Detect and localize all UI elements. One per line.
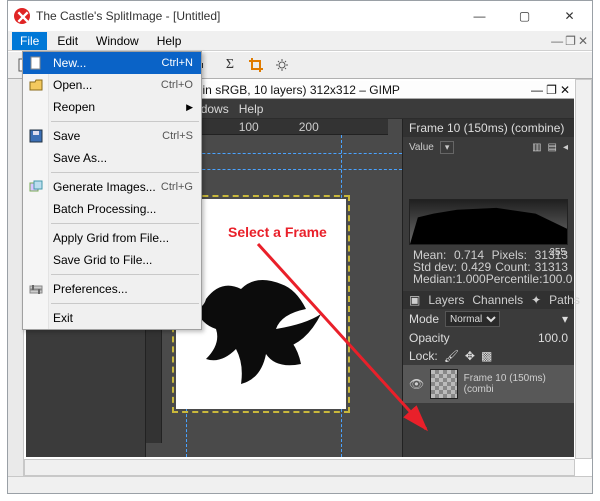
file-menu-dropdown: New... Ctrl+N Open... Ctrl+O Reopen ▶ Save C…	[22, 51, 202, 330]
frame-label: Frame 10 (150ms) (combine)	[409, 121, 564, 135]
opacity-value: 100.0	[538, 331, 568, 345]
menu-save-grid[interactable]: Save Grid to File...	[23, 249, 201, 271]
layers-tabs: ▣ Layers Channels ✦ Paths	[403, 291, 574, 309]
menubar: File Edit Window Help — ❐ ✕	[8, 31, 592, 51]
tool-gear-icon[interactable]	[270, 54, 294, 76]
panel-icon[interactable]: ▤	[548, 142, 557, 153]
dropdown-icon[interactable]: ▾	[440, 141, 455, 154]
tab-layers[interactable]: Layers	[428, 293, 464, 307]
ruler-tick: 200	[299, 120, 319, 134]
menu-label: Exit	[53, 311, 73, 325]
lock-paint-icon[interactable]: 🖌	[444, 349, 459, 363]
panel-icon[interactable]: ▥	[532, 142, 541, 153]
mdi-minimize-icon[interactable]: —	[551, 34, 563, 48]
frame-thumb	[430, 369, 457, 399]
inner-min-icon[interactable]: —	[531, 83, 543, 97]
maximize-button[interactable]: ▢	[502, 1, 547, 31]
hscrollbar[interactable]	[24, 459, 575, 476]
menu-label: Batch Processing...	[53, 202, 156, 216]
tool-crop-icon[interactable]	[244, 54, 268, 76]
menu-batch[interactable]: Batch Processing...	[23, 198, 201, 220]
shortcut: Ctrl+N	[162, 57, 193, 69]
inner-menu-help[interactable]: Help	[239, 102, 264, 116]
minimize-button[interactable]: —	[457, 1, 502, 31]
value-label: Value	[409, 142, 434, 153]
new-file-icon	[28, 55, 44, 71]
menu-label: Reopen	[53, 100, 95, 114]
shortcut: Ctrl+O	[161, 79, 193, 91]
save-icon	[28, 128, 44, 144]
mdi-close-icon[interactable]: ✕	[578, 34, 588, 48]
lock-label: Lock:	[409, 349, 438, 363]
layers-panel: Mode Normal ▾ Opacity 100.0 Lock: 🖌	[403, 309, 574, 457]
annotation-text: Select a Frame	[228, 224, 327, 240]
menu-preferences[interactable]: Preferences...	[23, 278, 201, 300]
tool-sigma-icon[interactable]: Σ	[218, 54, 242, 76]
inner-max-icon[interactable]: ❐	[546, 83, 557, 97]
stat-value: 1.000	[456, 273, 486, 285]
histogram	[409, 199, 568, 245]
inner-close-icon[interactable]: ✕	[560, 83, 570, 97]
frame-layer-label: Frame 10 (150ms) (combi	[464, 373, 568, 395]
menu-new[interactable]: New... Ctrl+N	[23, 52, 201, 74]
statusbar	[8, 476, 592, 493]
lock-move-icon[interactable]: ✥	[465, 349, 475, 363]
menu-label: Save	[53, 129, 80, 143]
menu-file[interactable]: File	[12, 32, 47, 50]
opacity-label: Opacity	[409, 331, 450, 345]
preferences-icon	[28, 281, 44, 297]
app-icon	[14, 8, 30, 24]
mode-select[interactable]: Normal	[445, 311, 500, 327]
lock-alpha-icon[interactable]: ▩	[481, 349, 492, 363]
stat-value: 100.0	[542, 273, 572, 285]
layers-icon: ▣	[409, 293, 420, 307]
menu-generate-images[interactable]: Generate Images... Ctrl+G	[23, 176, 201, 198]
menu-label: Save As...	[53, 151, 107, 165]
ruler-tick: 100	[239, 120, 259, 134]
menu-open[interactable]: Open... Ctrl+O	[23, 74, 201, 96]
mode-label: Mode	[409, 312, 439, 326]
histogram-stats: Mean:0.714Pixels:31313 Std dev:0.429Coun…	[413, 249, 568, 285]
menu-label: New...	[53, 56, 86, 70]
menu-label: Save Grid to File...	[53, 253, 152, 267]
generate-icon	[28, 179, 44, 195]
canvas-image	[186, 269, 326, 389]
close-button[interactable]: ✕	[547, 1, 592, 31]
frame-layer-item[interactable]: 👁 Frame 10 (150ms) (combi	[403, 365, 574, 403]
frame-header: Frame 10 (150ms) (combine)	[403, 119, 574, 137]
chevron-down-icon[interactable]: ▾	[562, 312, 568, 326]
shortcut: Ctrl+G	[161, 181, 193, 193]
tab-channels[interactable]: Channels	[472, 293, 523, 307]
right-dock: Frame 10 (150ms) (combine) Value ▾ ▥ ▤ ◂…	[402, 119, 574, 457]
paths-icon: ✦	[531, 293, 541, 307]
menu-edit[interactable]: Edit	[49, 32, 86, 50]
vscrollbar[interactable]	[575, 79, 592, 459]
window-title: The Castle's SplitImage - [Untitled]	[36, 9, 457, 23]
shortcut: Ctrl+S	[162, 130, 193, 142]
titlebar: The Castle's SplitImage - [Untitled] — ▢…	[8, 1, 592, 31]
visibility-icon[interactable]: 👁	[409, 377, 424, 391]
menu-reopen[interactable]: Reopen ▶	[23, 96, 201, 118]
submenu-caret-icon: ▶	[186, 102, 193, 113]
menu-apply-grid[interactable]: Apply Grid from File...	[23, 227, 201, 249]
menu-window[interactable]: Window	[88, 32, 147, 50]
open-icon	[28, 77, 44, 93]
mdi-controls: — ❐ ✕	[551, 34, 592, 48]
menu-save[interactable]: Save Ctrl+S	[23, 125, 201, 147]
menu-label: Preferences...	[53, 282, 128, 296]
menu-label: Generate Images...	[53, 180, 156, 194]
stat-label: Median:	[413, 273, 456, 285]
menu-label: Apply Grid from File...	[53, 231, 169, 245]
panel-menu-icon[interactable]: ◂	[563, 142, 568, 153]
menu-label: Open...	[53, 78, 92, 92]
tab-paths[interactable]: Paths	[549, 293, 580, 307]
menu-exit[interactable]: Exit	[23, 307, 201, 329]
menu-save-as[interactable]: Save As...	[23, 147, 201, 169]
stat-label: Percentile:	[486, 273, 543, 285]
mdi-restore-icon[interactable]: ❐	[565, 34, 576, 48]
menu-help[interactable]: Help	[149, 32, 190, 50]
